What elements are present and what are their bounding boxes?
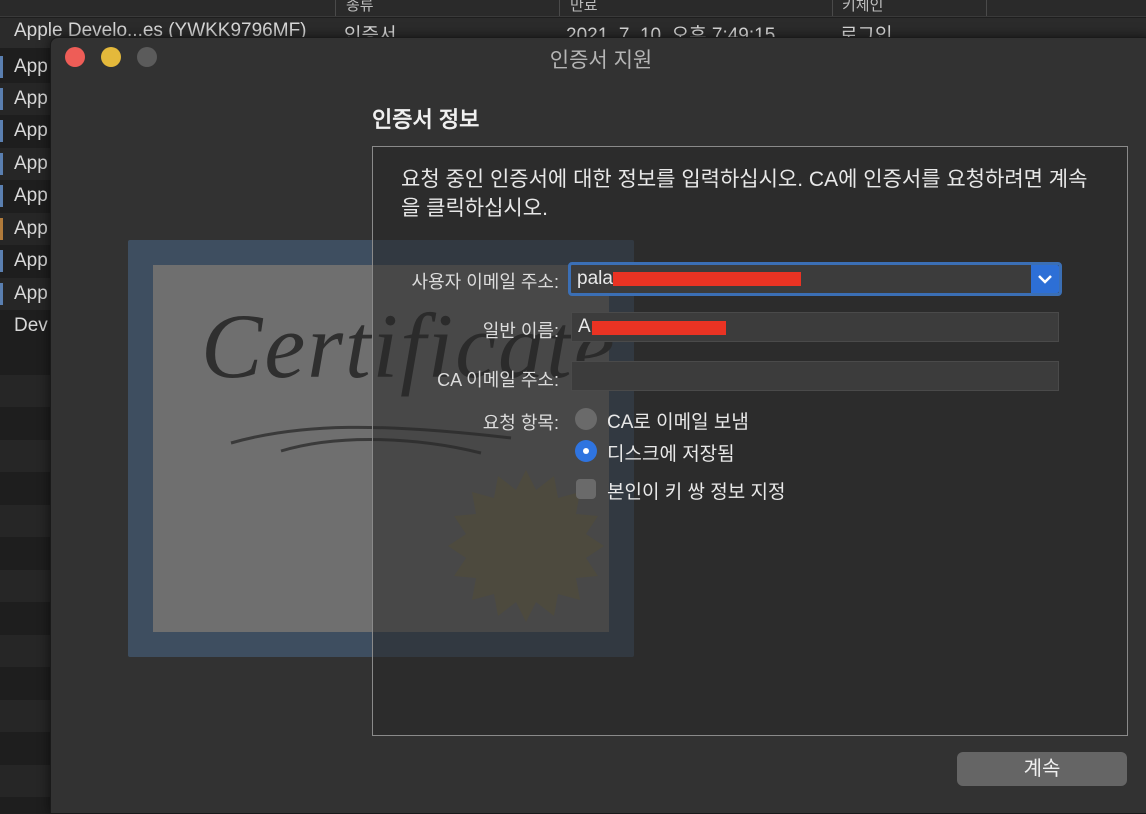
email-value: pala bbox=[577, 268, 613, 289]
window-title: 인증서 지원 bbox=[549, 49, 653, 72]
keypair-label: 본인이 키 쌍 정보 지정 bbox=[607, 482, 786, 503]
radio-save-disk[interactable] bbox=[575, 440, 597, 462]
column-keychain[interactable]: 키체인 bbox=[842, 0, 883, 15]
ca-email-field[interactable] bbox=[571, 361, 1059, 391]
certificate-assistant-window: 인증서 지원 Certificate 인증서 정보 요청 중인 인증서에 대한 … bbox=[50, 37, 1146, 814]
request-label: 요청 항목: bbox=[482, 413, 559, 433]
redaction-mark bbox=[592, 321, 726, 335]
column-kind[interactable]: 종류 bbox=[346, 0, 374, 15]
common-name-field[interactable]: A bbox=[571, 312, 1059, 342]
title-bar[interactable]: 인증서 지원 bbox=[51, 38, 1146, 74]
keypair-checkbox[interactable] bbox=[576, 479, 596, 499]
redaction-mark bbox=[613, 272, 801, 286]
section-title: 인증서 정보 bbox=[372, 107, 480, 132]
email-field[interactable]: pala bbox=[568, 262, 1062, 296]
common-name-value: A bbox=[578, 316, 591, 337]
continue-button[interactable]: 계속 bbox=[957, 752, 1127, 786]
email-label: 사용자 이메일 주소: bbox=[411, 272, 559, 292]
email-dropdown-button[interactable] bbox=[1031, 265, 1059, 293]
option-save-disk-label: 디스크에 저장됨 bbox=[607, 444, 735, 465]
list-header: 종류 만료 키체인 bbox=[0, 0, 1146, 17]
chevron-down-icon bbox=[1038, 275, 1052, 284]
column-expires[interactable]: 만료 bbox=[570, 0, 598, 15]
common-name-label: 일반 이름: bbox=[482, 321, 559, 341]
option-email-ca-label: CA로 이메일 보냄 bbox=[607, 412, 749, 433]
radio-email-ca[interactable] bbox=[575, 408, 597, 430]
ca-email-label: CA 이메일 주소: bbox=[437, 370, 559, 390]
description-text: 요청 중인 인증서에 대한 정보를 입력하십시오. CA에 인증서를 요청하려면… bbox=[401, 168, 1088, 220]
form-panel: 요청 중인 인증서에 대한 정보를 입력하십시오. CA에 인증서를 요청하려면… bbox=[372, 146, 1128, 736]
